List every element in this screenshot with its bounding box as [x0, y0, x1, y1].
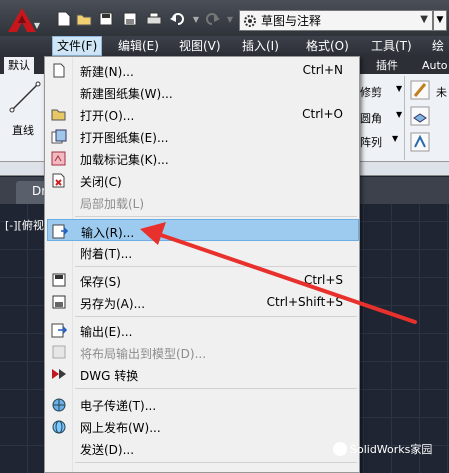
watermark-text: SolidWorks家园	[350, 443, 433, 456]
wechat-icon	[333, 442, 347, 456]
annotation-arrow	[140, 222, 417, 324]
watermark: SolidWorks家园	[333, 441, 432, 457]
